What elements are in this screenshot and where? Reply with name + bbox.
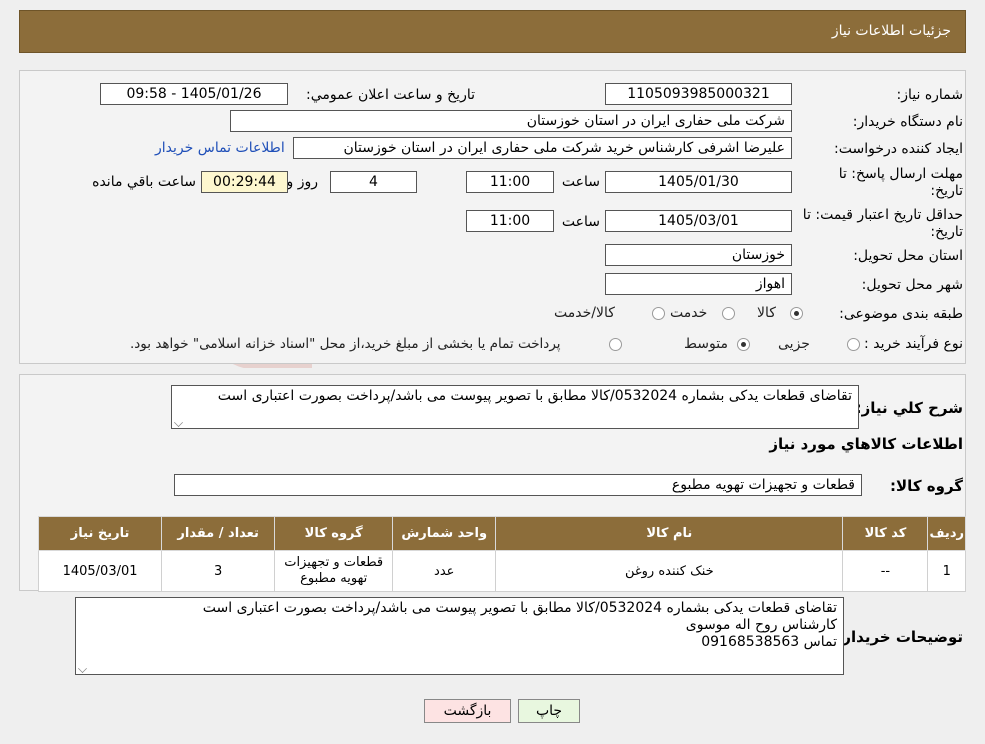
reply-deadline-label-date: تاریخ: <box>930 183 963 199</box>
cell-name: خنک کننده روغن <box>495 550 844 592</box>
province-label: استان محل تحویل: <box>853 248 963 264</box>
reply-time-label: ساعت <box>561 174 600 190</box>
reply-date-field: 1405/01/30 <box>605 171 792 193</box>
table-row: 1 -- خنک کننده روغن عدد قطعات و تجهیزات … <box>37 550 966 592</box>
days-label: روز و <box>286 174 319 190</box>
cell-unit: عدد <box>392 550 497 592</box>
page-header: جزئیات اطلاعات نیاز <box>19 10 966 53</box>
cell-group: قطعات و تجهیزات تهویه مطبوع <box>274 550 394 592</box>
buyer-notes-line: تقاضای قطعات یدکی بشماره 0532024/کالا مط… <box>202 600 837 616</box>
price-validity-label-date: تاریخ: <box>930 224 963 240</box>
process-option-medium: متوسط <box>684 336 728 352</box>
reply-time-field: 11:00 <box>466 171 554 193</box>
buyer-org-label: نام دستگاه خریدار: <box>852 114 963 130</box>
back-button[interactable]: بازگشت <box>424 699 511 723</box>
category-option-service: خدمت <box>670 305 708 321</box>
summary-textarea: تقاضای قطعات یدکی بشماره 0532024/کالا مط… <box>171 385 859 429</box>
process-treasury-note: پرداخت تمام یا بخشی از مبلغ خرید،از محل … <box>130 336 561 352</box>
process-radio-medium[interactable] <box>737 338 750 351</box>
reply-deadline-label: مهلت ارسال پاسخ: تا <box>838 166 963 182</box>
buyer-notes-line: تماس 09168538563 <box>701 634 837 650</box>
need-number-label: شماره نیاز: <box>896 87 964 103</box>
col-code: کد کالا <box>842 516 929 551</box>
cell-row: 1 <box>927 550 966 592</box>
category-option-goods: کالا <box>757 305 776 321</box>
cell-code: -- <box>842 550 929 592</box>
resize-handle-icon[interactable] <box>174 418 183 427</box>
province-field: خوزستان <box>605 244 792 266</box>
col-group: گروه کالا <box>274 516 394 551</box>
category-radio-service[interactable] <box>722 307 735 320</box>
category-label: طبقه بندی موضوعی: <box>839 306 963 322</box>
col-date: تاریخ نیاز <box>37 516 163 551</box>
days-remaining-field: 4 <box>330 171 417 193</box>
page-title: جزئیات اطلاعات نیاز <box>831 23 951 39</box>
process-option-minor: جزیی <box>778 336 810 352</box>
process-radio-minor[interactable] <box>847 338 860 351</box>
time-remaining-field: 00:29:44 <box>201 171 288 193</box>
price-validity-label: حداقل تاریخ اعتبار قیمت: تا <box>802 207 963 223</box>
city-field: اهواز <box>605 273 792 295</box>
items-table: رديف کد کالا نام کالا واحد شمارش گروه کا… <box>37 516 966 592</box>
process-type-label: نوع فرآیند خرید : <box>864 336 963 352</box>
price-date-field: 1405/03/01 <box>605 210 792 232</box>
col-qty: تعداد / مقدار <box>161 516 276 551</box>
category-radio-goods[interactable] <box>790 307 803 320</box>
buyer-contact-link[interactable]: اطلاعات تماس خریدار <box>155 140 285 156</box>
price-time-field: 11:00 <box>466 210 554 232</box>
buyer-notes-line: کارشناس روح اله موسوی <box>685 617 837 633</box>
cell-date: 1405/03/01 <box>37 550 163 592</box>
col-row: رديف <box>927 516 966 551</box>
summary-text: تقاضای قطعات یدکی بشماره 0532024/کالا مط… <box>217 388 852 404</box>
col-unit: واحد شمارش <box>392 516 497 551</box>
announce-label: تاریخ و ساعت اعلان عمومي: <box>306 87 475 103</box>
summary-label: شرح کلي نیاز: <box>855 399 963 417</box>
goods-group-field: قطعات و تجهیزات تهویه مطبوع <box>174 474 862 496</box>
goods-group-label: گروه کالا: <box>890 477 963 495</box>
table-header-row: رديف کد کالا نام کالا واحد شمارش گروه کا… <box>37 516 966 551</box>
process-radio-treasury[interactable] <box>609 338 622 351</box>
buyer-notes-textarea: تقاضای قطعات یدکی بشماره 0532024/کالا مط… <box>75 597 844 675</box>
col-name: نام کالا <box>495 516 844 551</box>
print-button[interactable]: چاپ <box>518 699 580 723</box>
buyer-notes-label: توضیحات خریدار: <box>836 628 963 646</box>
resize-handle-icon[interactable] <box>78 664 87 673</box>
need-number-field: 1105093985000321 <box>605 83 792 105</box>
announce-datetime-field: 1405/01/26 - 09:58 <box>100 83 288 105</box>
goods-info-title: اطلاعات کالاهاي مورد نياز <box>769 435 963 453</box>
price-time-label: ساعت <box>561 214 600 230</box>
category-radio-goods-service[interactable] <box>652 307 665 320</box>
buyer-org-field: شرکت ملی حفاری ایران در استان خوزستان <box>230 110 792 132</box>
category-option-goods-service: کالا/خدمت <box>554 305 615 321</box>
cell-qty: 3 <box>161 550 276 592</box>
creator-label: ایجاد کننده درخواست: <box>834 141 963 157</box>
creator-field: علیرضا اشرفی کارشناس خرید شرکت ملی حفاری… <box>293 137 792 159</box>
time-remaining-label: ساعت باقي مانده <box>92 174 196 190</box>
city-label: شهر محل تحویل: <box>861 277 963 293</box>
